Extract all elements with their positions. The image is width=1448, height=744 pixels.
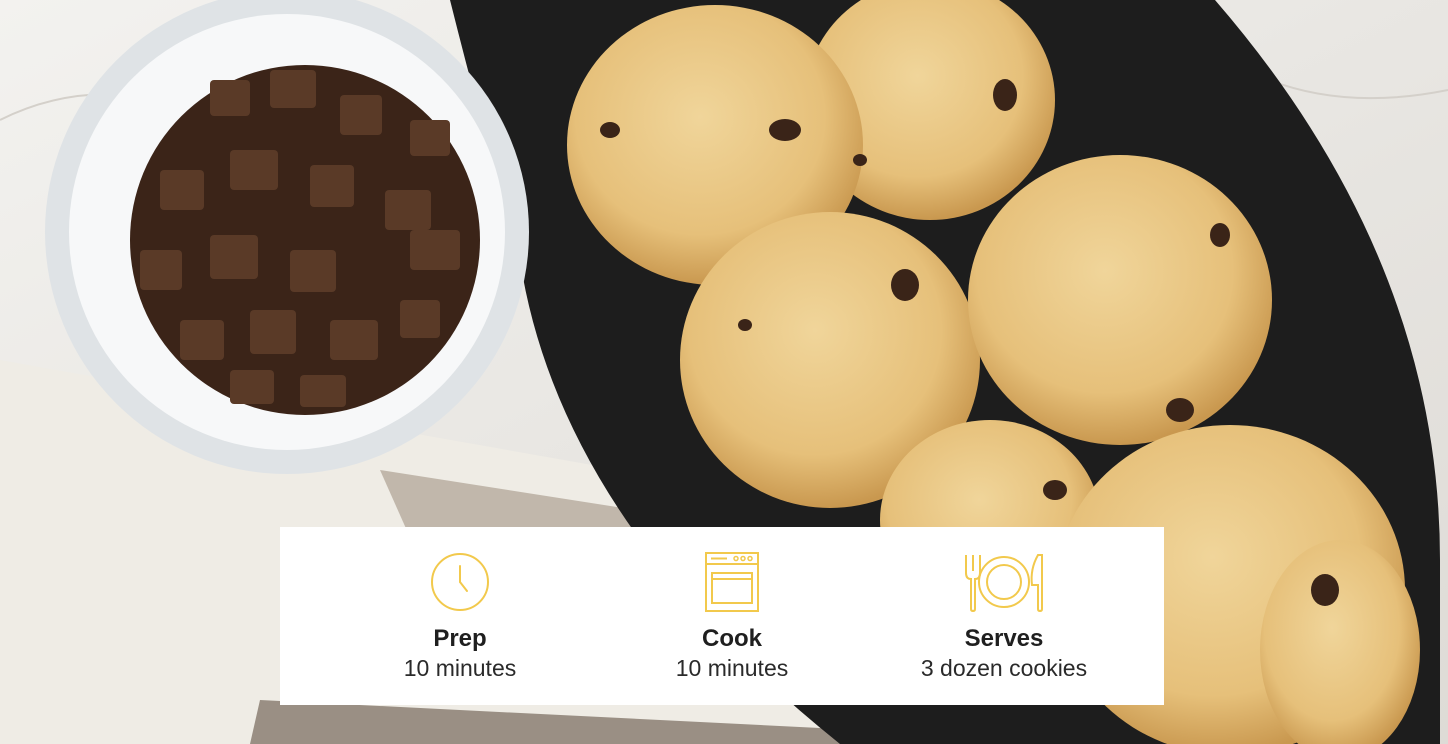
serves-label: Serves [964, 625, 1044, 652]
plate-icon [965, 554, 1043, 613]
recipe-info-card: Prep 10 minutes Cook 10 minutes Serves 3… [280, 527, 1164, 705]
chocolate-chunks-bowl [45, 0, 529, 474]
prep-label: Prep [433, 625, 487, 652]
prep-value: 10 minutes [403, 655, 517, 681]
prep-info: Prep 10 minutes [350, 527, 570, 705]
serves-info: Serves 3 dozen cookies [894, 527, 1114, 705]
oven-icon [705, 552, 759, 612]
cook-info: Cook 10 minutes [622, 527, 842, 705]
clock-icon [431, 553, 489, 611]
cook-label: Cook [702, 625, 762, 652]
serves-value: 3 dozen cookies [920, 655, 1088, 681]
cook-value: 10 minutes [675, 655, 789, 681]
